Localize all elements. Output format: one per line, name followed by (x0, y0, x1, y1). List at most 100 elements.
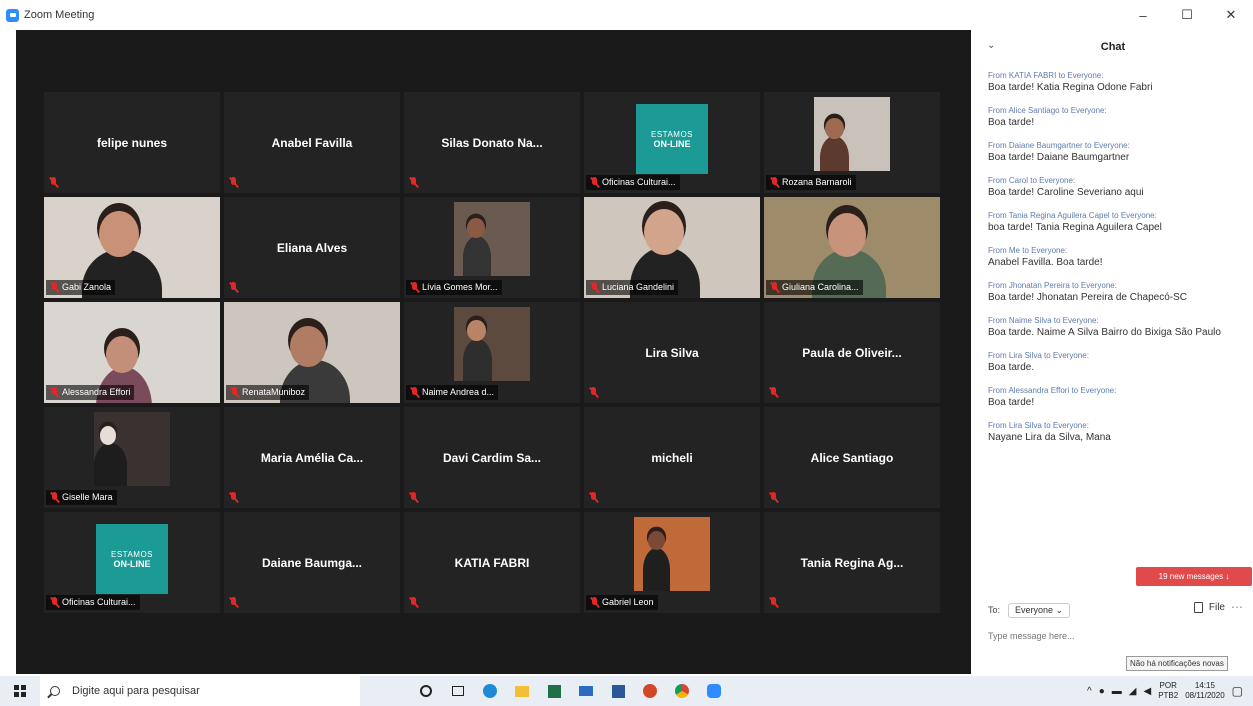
chat-message-text: Boa tarde! Katia Regina Odone Fabri (988, 82, 1153, 93)
chat-message-input[interactable] (988, 627, 1238, 645)
powerpoint-icon[interactable] (639, 680, 661, 702)
participant-name: Oficinas Culturai... (62, 597, 136, 607)
participant-tile[interactable]: Naime Andrea d... (404, 302, 580, 403)
participant-video (634, 517, 710, 591)
participant-tile[interactable]: Eliana Alves (224, 197, 400, 298)
more-options-icon[interactable]: ⋯ (1231, 600, 1243, 614)
participant-name-tag: Giuliana Carolina... (766, 280, 863, 295)
participant-name: KATIA FABRI (454, 555, 530, 570)
file-button[interactable]: File (1193, 602, 1225, 613)
chat-message: From Daiane Baumgartner to Everyone: Boa … (988, 140, 1243, 165)
battery-icon[interactable]: ▬ (1112, 686, 1122, 697)
word-icon[interactable] (607, 680, 629, 702)
participant-tile[interactable]: Luciana Gandelini (584, 197, 760, 298)
participant-tile[interactable]: Davi Cardim Sa... (404, 407, 580, 508)
participant-tile[interactable]: Lira Silva (584, 302, 760, 403)
participant-name: Daiane Baumga... (261, 555, 363, 570)
participant-tile[interactable]: Gabi Zanola (44, 197, 220, 298)
video-gallery: felipe nunes Anabel Favilla Silas Donato N… (16, 30, 971, 674)
task-view-icon[interactable] (447, 680, 469, 702)
participant-name: Anabel Favilla (271, 135, 353, 150)
person-head (467, 218, 485, 239)
participant-name: Giselle Mara (62, 492, 113, 502)
chat-message-sender: From Naime Silva to Everyone: (988, 316, 1099, 325)
chat-panel: ⌄ Chat From KATIA FABRI to Everyone: Boa … (973, 30, 1253, 676)
participant-name: Maria Amélia Ca... (260, 450, 364, 465)
participant-tile[interactable]: Paula de Oliveir... (764, 302, 940, 403)
participant-grid: felipe nunes Anabel Favilla Silas Donato N… (44, 92, 940, 613)
clock[interactable]: 14:15 08/11/2020 (1185, 681, 1224, 701)
cortana-icon[interactable] (415, 680, 437, 702)
microphone-icon[interactable]: ● (1099, 686, 1105, 697)
participant-video (454, 307, 530, 381)
chrome-icon[interactable] (671, 680, 693, 702)
zoom-taskbar-icon[interactable] (703, 680, 725, 702)
participant-name: felipe nunes (96, 135, 167, 150)
file-explorer-icon[interactable] (511, 680, 533, 702)
chat-message-sender: From Jhonatan Pereira to Everyone: (988, 281, 1117, 290)
search-icon (50, 686, 60, 696)
participant-tile[interactable]: Anabel Favilla (224, 92, 400, 193)
participant-tile[interactable]: Lívia Gomes Mor... (404, 197, 580, 298)
network-icon[interactable]: ◢ (1129, 686, 1137, 697)
mail-icon[interactable] (575, 680, 597, 702)
participant-tile[interactable]: Alice Santiago (764, 407, 940, 508)
participant-tile[interactable]: KATIA FABRI (404, 512, 580, 613)
excel-icon[interactable] (543, 680, 565, 702)
chat-message-text: Boa tarde! Caroline Severiano aqui (988, 187, 1144, 198)
clock-date: 08/11/2020 (1185, 691, 1225, 700)
close-button[interactable]: ✕ (1209, 0, 1253, 30)
volume-icon[interactable]: ◀ (1143, 686, 1151, 697)
participant-name-tag: Rozana Barnaroli (766, 175, 856, 190)
participant-tile[interactable]: Silas Donato Na... (404, 92, 580, 193)
taskbar-search[interactable]: Digite aqui para pesquisar (40, 676, 360, 706)
language-indicator[interactable]: POR PTB2 (1158, 681, 1178, 701)
estamos-online-logo: ESTAMOS ON-LINE (636, 104, 708, 174)
start-button[interactable] (0, 676, 40, 706)
participant-name-tag: Alessandra Effori (46, 385, 135, 400)
participant-name: Paula de Oliveir... (802, 345, 902, 360)
participant-name: Oficinas Culturai... (602, 177, 676, 187)
chat-message: From Me to Everyone: Anabel Favilla. Boa … (988, 245, 1243, 270)
recipient-select[interactable]: Everyone ⌄ (1008, 602, 1071, 618)
chat-message-list[interactable]: From KATIA FABRI to Everyone: Boa tarde! … (988, 70, 1243, 455)
participant-tile[interactable]: Tania Regina Ag... (764, 512, 940, 613)
muted-microphone-icon (50, 597, 59, 608)
participant-tile[interactable]: RenataMuniboz (224, 302, 400, 403)
title-bar: Zoom Meeting – ☐ ✕ (0, 0, 1253, 30)
tray-expand-icon[interactable]: ^ (1087, 686, 1092, 697)
maximize-button[interactable]: ☐ (1165, 0, 1209, 30)
participant-tile[interactable]: Maria Amélia Ca... (224, 407, 400, 508)
participant-tile[interactable]: Gabriel Leon (584, 512, 760, 613)
minimize-button[interactable]: – (1121, 0, 1165, 30)
participant-tile[interactable]: micheli (584, 407, 760, 508)
participant-tile[interactable]: ESTAMOS ON-LINE Oficinas Culturai... (584, 92, 760, 193)
participant-tile[interactable]: Alessandra Effori (44, 302, 220, 403)
participant-name: micheli (651, 450, 693, 465)
participant-tile[interactable]: ESTAMOS ON-LINE Oficinas Culturai... (44, 512, 220, 613)
muted-microphone-icon (770, 282, 779, 293)
participant-tile[interactable]: Giselle Mara (44, 407, 220, 508)
participant-tile[interactable]: Daiane Baumga... (224, 512, 400, 613)
person-silhouette (462, 235, 492, 276)
chat-message: From Lira Silva to Everyone: Boa tarde. (988, 350, 1243, 375)
muted-microphone-icon (229, 597, 238, 608)
participant-name-tag: Luciana Gandelini (586, 280, 679, 295)
edge-icon[interactable] (479, 680, 501, 702)
muted-microphone-icon (590, 282, 599, 293)
participant-name-tag: Lívia Gomes Mor... (406, 280, 502, 295)
person-head (644, 209, 684, 255)
participant-tile[interactable]: felipe nunes (44, 92, 220, 193)
participant-tile[interactable]: Rozana Barnaroli (764, 92, 940, 193)
notifications-icon[interactable]: ▢ (1232, 684, 1243, 698)
person-head (290, 326, 326, 368)
chat-message-sender: From Tania Regina Aguilera Capel to Ever… (988, 211, 1157, 220)
participant-name-tag: Gabriel Leon (586, 595, 658, 610)
new-messages-button[interactable]: 19 new messages ↓ (1136, 567, 1252, 586)
muted-microphone-icon (410, 282, 419, 293)
windows-taskbar: Digite aqui para pesquisar ^ ● ▬ ◢ ◀ POR… (0, 676, 1253, 706)
muted-microphone-icon (229, 282, 238, 293)
participant-tile[interactable]: Giuliana Carolina... (764, 197, 940, 298)
person-silhouette (642, 547, 671, 591)
to-label: To: (988, 605, 1001, 615)
